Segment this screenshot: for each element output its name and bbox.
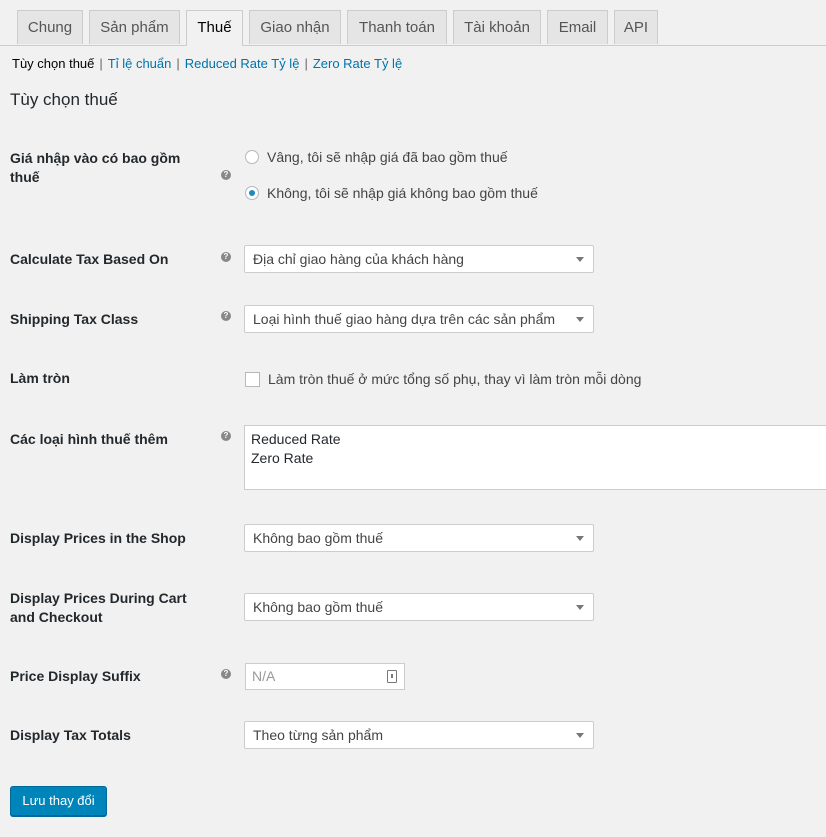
subnav-link-reduced-rates[interactable]: Reduced Rate Tỷ lệ bbox=[185, 56, 300, 71]
tab-giao-nhan[interactable]: Giao nhận bbox=[249, 10, 341, 44]
display-prices-cart-select[interactable]: Không bao gồm thuế bbox=[244, 593, 594, 621]
rounding-label: Làm tròn bbox=[10, 370, 70, 386]
select-value: Theo từng sản phẩm bbox=[253, 727, 384, 743]
prices-include-tax-label: Giá nhập vào có bao gồm thuế bbox=[10, 150, 181, 185]
radio-label: Không, tôi sẽ nhập giá không bao gồm thu… bbox=[267, 185, 538, 201]
additional-tax-classes-textarea[interactable]: Reduced Rate Zero Rate bbox=[244, 425, 826, 490]
tab-email[interactable]: Email bbox=[547, 10, 608, 44]
radio-button-selected[interactable] bbox=[245, 186, 259, 201]
chevron-down-icon bbox=[576, 733, 584, 738]
tab-thue[interactable]: Thuế bbox=[186, 10, 243, 46]
select-value: Địa chỉ giao hàng của khách hàng bbox=[253, 251, 464, 267]
tax-based-on-label: Calculate Tax Based On bbox=[10, 251, 169, 267]
chevron-down-icon bbox=[576, 317, 584, 322]
chevron-down-icon bbox=[576, 257, 584, 262]
rounding-checkbox[interactable] bbox=[245, 371, 260, 387]
tab-chung[interactable]: Chung bbox=[17, 10, 83, 44]
display-prices-cart-label: Display Prices During Cart and Checkout bbox=[10, 590, 187, 625]
subnav-separator: | bbox=[99, 56, 103, 71]
radio-option-exclude-tax[interactable]: Không, tôi sẽ nhập giá không bao gồm thu… bbox=[245, 184, 538, 202]
tab-bar: Chung Sản phẩm Thuế Giao nhận Thanh toán… bbox=[0, 0, 826, 46]
additional-tax-classes-label: Các loại hình thuế thêm bbox=[10, 431, 168, 447]
shipping-tax-class-label: Shipping Tax Class bbox=[10, 311, 139, 327]
tab-tai-khoan[interactable]: Tài khoản bbox=[453, 10, 541, 44]
chevron-down-icon bbox=[576, 536, 584, 541]
radio-label: Vâng, tôi sẽ nhập giá đã bao gồm thuế bbox=[267, 149, 508, 165]
display-tax-totals-label: Display Tax Totals bbox=[10, 727, 131, 743]
price-display-suffix-label: Price Display Suffix bbox=[10, 668, 141, 684]
tab-san-pham[interactable]: Sản phẩm bbox=[89, 10, 180, 44]
tab-thanh-toan[interactable]: Thanh toán bbox=[347, 10, 447, 44]
subnav-link-zero-rates[interactable]: Zero Rate Tỷ lệ bbox=[313, 56, 402, 71]
section-title: Tùy chọn thuế bbox=[10, 90, 118, 109]
question-circle-icon[interactable]: ? bbox=[221, 252, 231, 262]
price-suffix-input[interactable]: N/A bbox=[245, 663, 405, 690]
question-circle-icon[interactable]: ? bbox=[221, 669, 231, 679]
shipping-tax-class-select[interactable]: Loại hình thuế giao hàng dựa trên các sả… bbox=[244, 305, 594, 333]
question-circle-icon[interactable]: ? bbox=[221, 431, 231, 441]
radio-button[interactable] bbox=[245, 150, 259, 165]
textarea-line: Zero Rate bbox=[251, 450, 314, 466]
select-value: Không bao gồm thuế bbox=[253, 599, 383, 615]
tax-subnav: Tùy chọn thuế | Tỉ lệ chuẩn | Reduced Rate T… bbox=[12, 56, 402, 71]
display-prices-shop-label: Display Prices in the Shop bbox=[10, 530, 186, 546]
display-tax-totals-select[interactable]: Theo từng sản phẩm bbox=[244, 721, 594, 749]
subnav-current: Tùy chọn thuế bbox=[12, 56, 95, 71]
tax-based-on-select[interactable]: Địa chỉ giao hàng của khách hàng bbox=[244, 245, 594, 273]
question-circle-icon[interactable]: ? bbox=[221, 170, 231, 180]
input-placeholder: N/A bbox=[252, 668, 276, 684]
subnav-link-standard-rates[interactable]: Tỉ lệ chuẩn bbox=[108, 56, 172, 71]
save-button[interactable]: Lưu thay đổi bbox=[10, 786, 107, 816]
keyboard-icon bbox=[387, 670, 397, 683]
select-value: Loại hình thuế giao hàng dựa trên các sả… bbox=[253, 311, 556, 327]
display-prices-shop-select[interactable]: Không bao gồm thuế bbox=[244, 524, 594, 552]
subnav-separator: | bbox=[176, 56, 180, 71]
tab-api[interactable]: API bbox=[614, 10, 658, 44]
select-value: Không bao gồm thuế bbox=[253, 530, 383, 546]
chevron-down-icon bbox=[576, 605, 584, 610]
textarea-line: Reduced Rate bbox=[251, 431, 341, 447]
subnav-separator: | bbox=[304, 56, 308, 71]
checkbox-label: Làm tròn thuế ở mức tổng số phụ, thay vì… bbox=[268, 371, 642, 387]
rounding-checkbox-row[interactable]: Làm tròn thuế ở mức tổng số phụ, thay vì… bbox=[245, 370, 641, 388]
question-circle-icon[interactable]: ? bbox=[221, 311, 231, 321]
radio-option-include-tax[interactable]: Vâng, tôi sẽ nhập giá đã bao gồm thuế bbox=[245, 148, 508, 166]
